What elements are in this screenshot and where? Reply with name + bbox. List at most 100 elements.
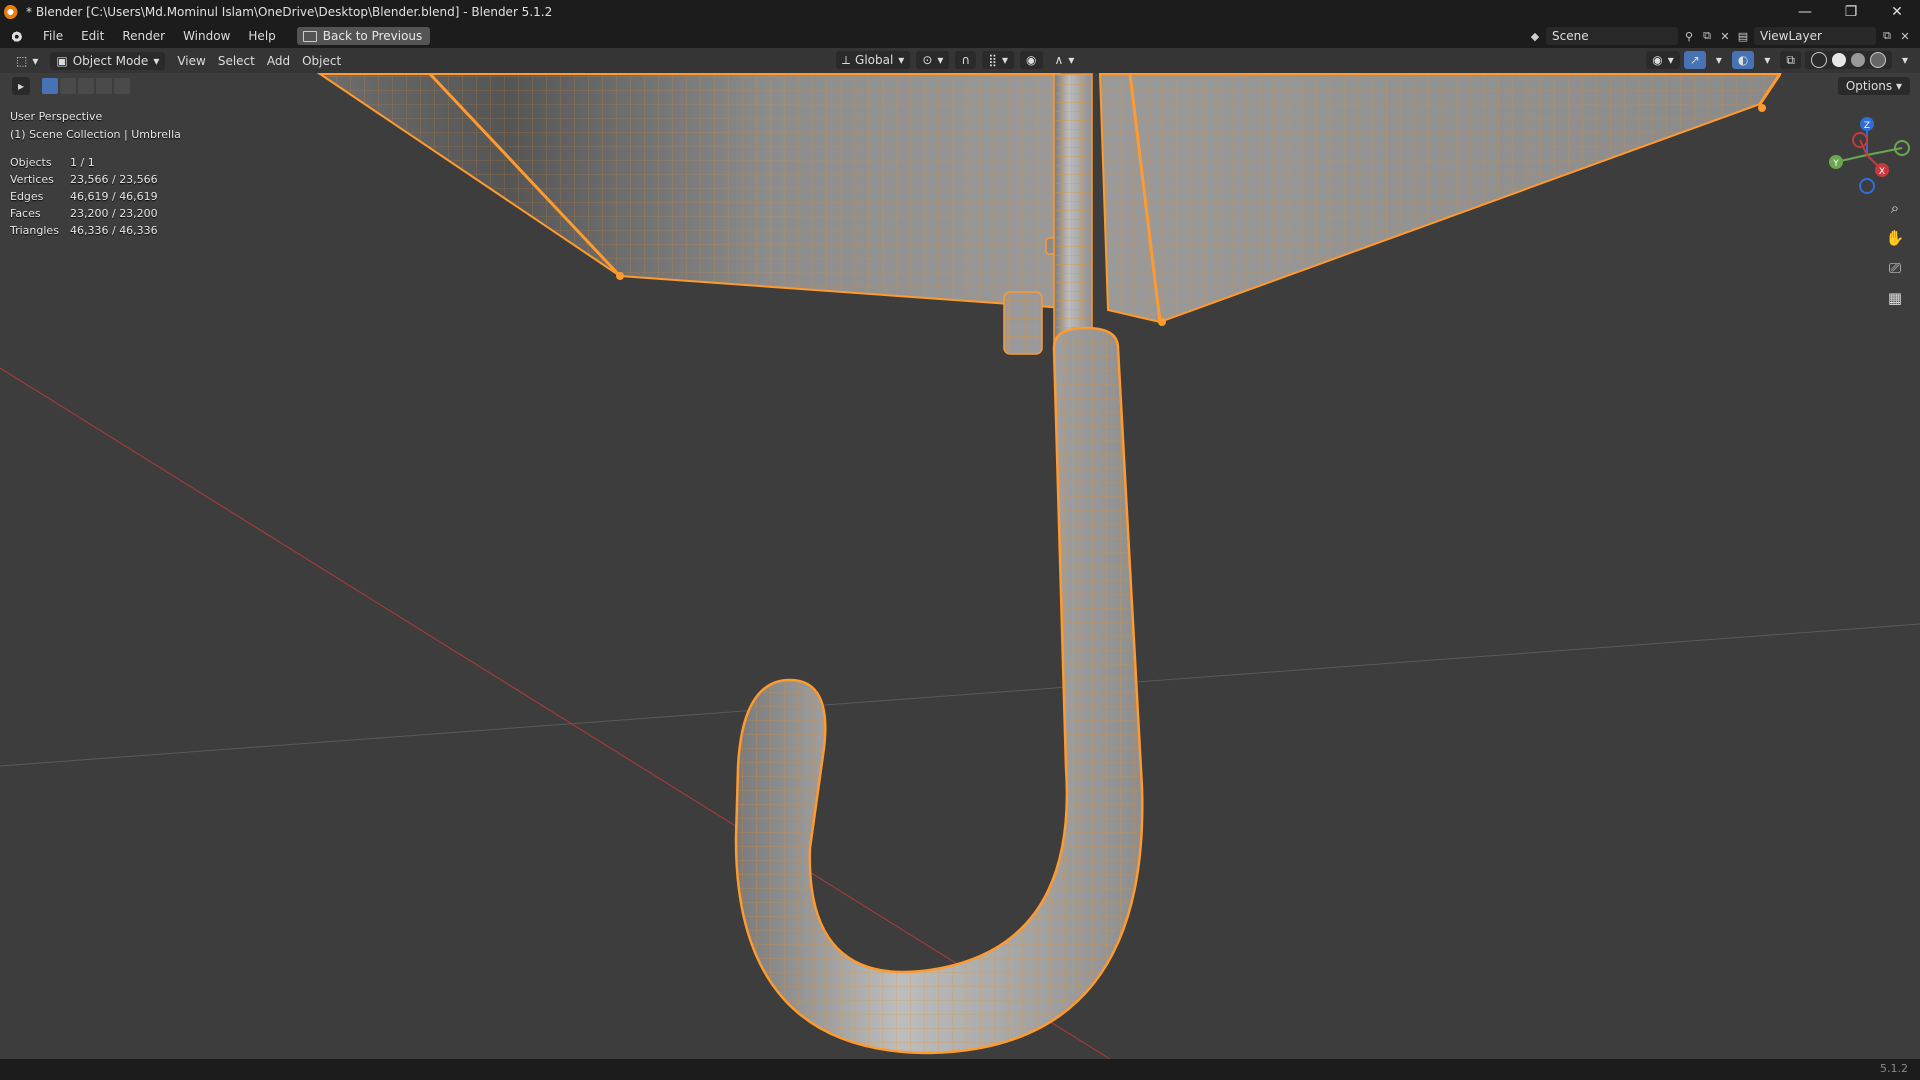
gizmo-icon: ↗ (1689, 53, 1700, 67)
minimize-icon[interactable]: — (1782, 0, 1828, 24)
viewport-display-controls: ◉ ▾ ↗ ▾ ◐ ▾ ⧉ ▾ (1646, 51, 1914, 69)
3d-viewport[interactable]: Z Y X (0, 48, 1920, 1059)
pan-hand-icon[interactable]: ✋ (1882, 226, 1908, 250)
scene-viewlayer-group: ◆ Scene ⚲ ⧉ ✕ ▤ ViewLayer ⧉ ✕ (1528, 24, 1920, 48)
camera-view-icon[interactable]: ⎚ (1882, 256, 1908, 280)
menu-add[interactable]: Add (261, 52, 296, 70)
blender-logo-icon[interactable] (8, 29, 24, 43)
editor-type-button[interactable]: ⬚ ▾ (10, 52, 44, 70)
visibility-dropdown[interactable]: ◉ ▾ (1646, 51, 1680, 69)
umbrella-canopy[interactable] (316, 72, 1782, 326)
chevron-down-icon: ▾ (898, 53, 905, 67)
magnet-icon: ∩ (961, 53, 971, 67)
snap-target-dropdown[interactable]: ⣿ ▾ (982, 51, 1015, 69)
stat-value: 23,566 / 23,566 (70, 173, 158, 186)
collection-label: (1) Scene Collection | Umbrella (10, 128, 181, 141)
pivot-point-dropdown[interactable]: ⊙ ▾ (916, 51, 950, 69)
select-new-icon[interactable] (42, 78, 58, 94)
umbrella-handle[interactable] (734, 326, 1144, 1055)
menu-object[interactable]: Object (296, 52, 347, 70)
menu-file[interactable]: File (34, 25, 72, 47)
snap-toggle[interactable]: ∩ (955, 51, 977, 69)
falloff-dropdown[interactable]: ∧ ▾ (1049, 51, 1081, 69)
version-label: 5.1.2 (1880, 1062, 1908, 1075)
status-bar: 5.1.2 (0, 1059, 1920, 1080)
blender-app-icon (4, 4, 20, 20)
proportional-edit-toggle[interactable]: ◉ (1020, 51, 1043, 69)
falloff-icon: ∧ (1054, 53, 1064, 67)
select-invert-icon[interactable] (96, 78, 112, 94)
zoom-icon[interactable]: ⌕ (1882, 196, 1908, 220)
stat-value: 46,336 / 46,336 (70, 224, 158, 237)
umbrella-shaft[interactable] (1053, 73, 1093, 345)
transform-orientation-dropdown[interactable]: ⟂ Global ▾ (836, 51, 911, 69)
back-to-previous-button[interactable]: Back to Previous (296, 27, 431, 45)
close-icon[interactable]: ✕ (1874, 0, 1920, 24)
ortho-grid-icon[interactable]: ▦ (1882, 286, 1908, 310)
chevron-down-icon: ▾ (153, 53, 160, 68)
svg-text:Z: Z (1864, 121, 1870, 131)
solid-shading-icon[interactable] (1831, 53, 1846, 67)
stat-label: Vertices (10, 173, 54, 186)
stat-row: Vertices 23,566 / 23,566 (10, 171, 158, 188)
options-dropdown[interactable]: Options ▾ (1837, 77, 1910, 95)
scene-statistics: Objects 1 / 1 Vertices 23,566 / 23,566 Edg… (10, 154, 158, 239)
pin-icon[interactable]: ⚲ (1682, 29, 1696, 43)
navigation-tools: ⌕ ✋ ⎚ ▦ (1882, 196, 1908, 310)
stat-label: Triangles (10, 224, 59, 237)
snap-grid-icon: ⣿ (988, 53, 998, 67)
top-menu-bar: File Edit Render Window Help Back to Pre… (0, 24, 1920, 48)
back-to-previous-label: Back to Previous (322, 29, 423, 43)
window-title: * Blender [C:\Users\Md.Mominul Islam\One… (26, 5, 553, 19)
viewlayer-field[interactable]: ViewLayer (1754, 27, 1876, 45)
gizmo-dropdown[interactable]: ▾ (1710, 51, 1728, 69)
navigation-gizmo[interactable]: Z Y X (1822, 110, 1912, 200)
screen-back-icon (302, 30, 317, 42)
object-mode-icon: ▣ (56, 53, 68, 68)
stat-row: Edges 46,619 / 46,619 (10, 188, 158, 205)
maximize-icon[interactable]: ❐ (1828, 0, 1874, 24)
options-label: Options (1845, 79, 1893, 93)
new-scene-icon[interactable]: ⧉ (1700, 29, 1714, 43)
stat-value: 23,200 / 23,200 (70, 207, 158, 220)
title-bar: * Blender [C:\Users\Md.Mominul Islam\One… (0, 0, 1920, 24)
rendered-shading-icon[interactable] (1869, 52, 1886, 68)
scene-selector-icon[interactable]: ◆ (1528, 29, 1542, 43)
select-subtract-icon[interactable] (78, 78, 94, 94)
scene-field[interactable]: Scene (1546, 27, 1678, 45)
menu-help[interactable]: Help (239, 25, 284, 47)
overlay-toggle[interactable]: ◐ (1731, 51, 1755, 69)
menu-view[interactable]: View (171, 52, 211, 70)
shading-dropdown[interactable]: ▾ (1896, 51, 1914, 69)
select-intersect-icon[interactable] (114, 78, 130, 94)
window-controls: — ❐ ✕ (1782, 0, 1920, 24)
gizmo-toggle[interactable]: ↗ (1683, 51, 1706, 69)
mode-dropdown[interactable]: ▣ Object Mode ▾ (50, 51, 166, 70)
shading-modes[interactable] (1804, 51, 1892, 69)
remove-scene-icon[interactable]: ✕ (1718, 29, 1732, 43)
grid-horizon-line (0, 623, 1920, 767)
overlay-dropdown[interactable]: ▾ (1758, 51, 1776, 69)
stat-value: 46,619 / 46,619 (70, 190, 158, 203)
select-extend-icon[interactable] (60, 78, 76, 94)
scene-name: Scene (1552, 29, 1589, 43)
menu-edit[interactable]: Edit (72, 25, 113, 47)
menu-render[interactable]: Render (113, 25, 174, 47)
pivot-icon: ⊙ (922, 53, 933, 67)
orientation-icon: ⟂ (842, 53, 851, 67)
orientation-label: Global (855, 53, 894, 67)
stat-label: Edges (10, 190, 44, 203)
perspective-label: User Perspective (10, 110, 103, 123)
menu-select[interactable]: Select (212, 52, 261, 70)
svg-text:Y: Y (1832, 159, 1839, 169)
new-viewlayer-icon[interactable]: ⧉ (1880, 29, 1894, 43)
remove-viewlayer-icon[interactable]: ✕ (1898, 29, 1912, 43)
material-shading-icon[interactable] (1850, 53, 1865, 67)
chevron-down-icon: ▾ (32, 53, 39, 68)
xray-toggle[interactable]: ⧉ (1780, 51, 1801, 69)
select-tool-icon[interactable]: ▸ (12, 77, 30, 95)
wireframe-shading-icon[interactable] (1810, 52, 1827, 68)
stat-row: Objects 1 / 1 (10, 154, 158, 171)
menu-window[interactable]: Window (174, 25, 239, 47)
viewlayer-selector-icon[interactable]: ▤ (1736, 29, 1750, 43)
